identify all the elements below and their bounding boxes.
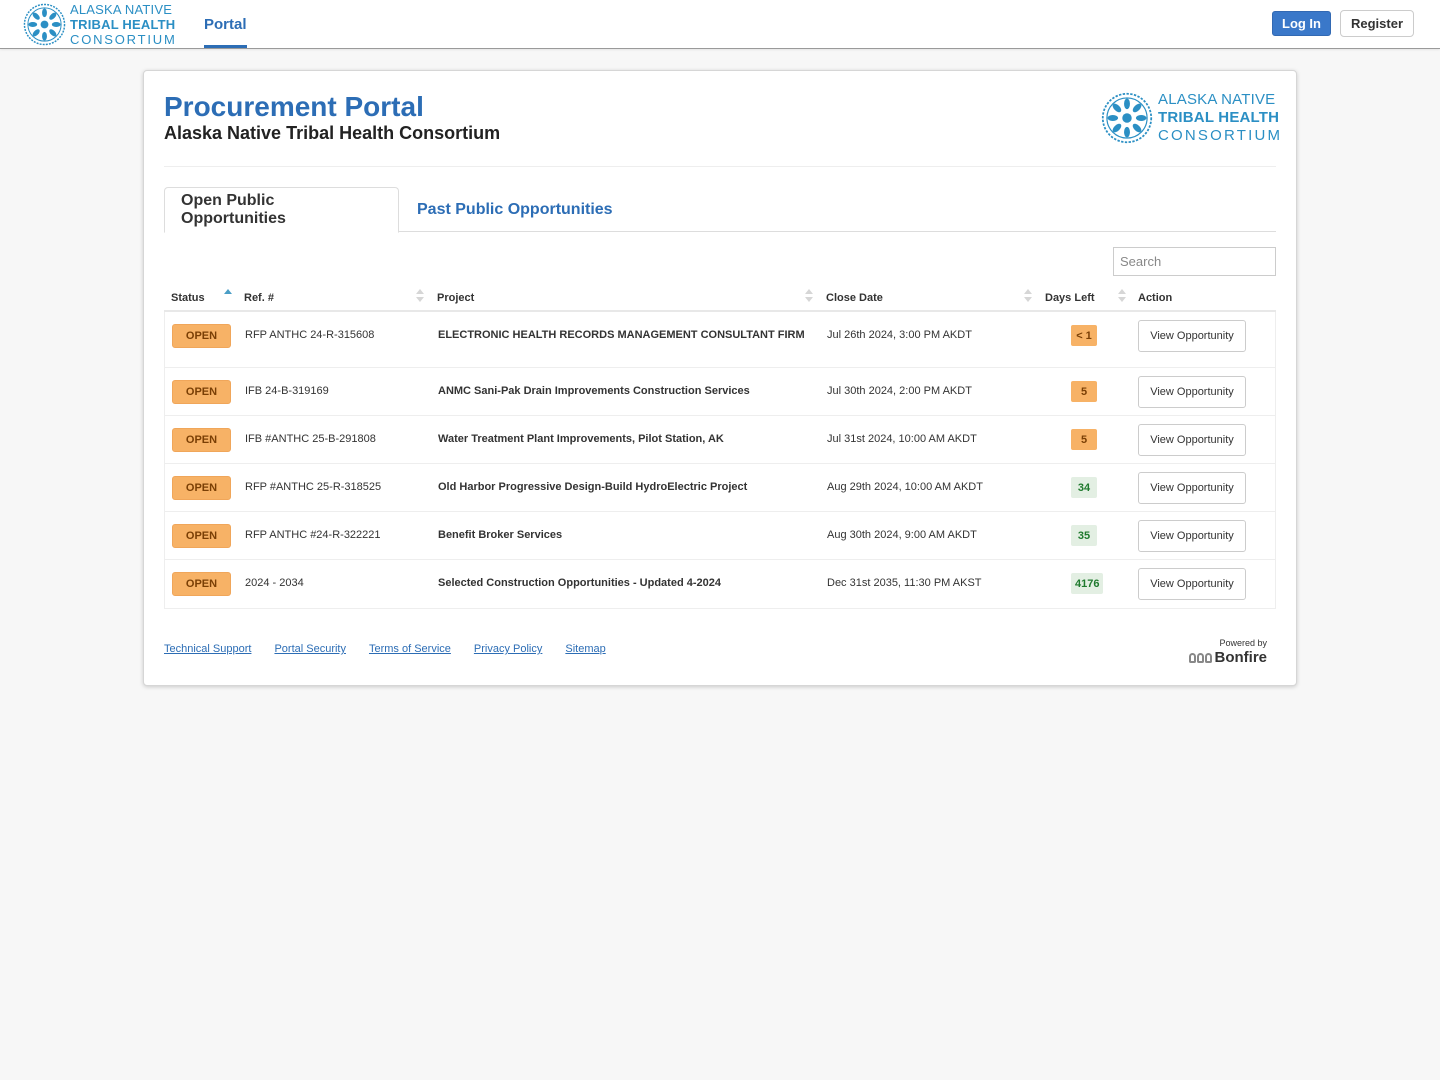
project-name: Selected Construction Opportunities - Up… bbox=[438, 577, 721, 589]
logo-line-1: ALASKA NATIVE bbox=[1158, 91, 1276, 108]
column-header-close-date[interactable]: Close Date bbox=[826, 283, 883, 312]
column-header-days-left[interactable]: Days Left bbox=[1045, 283, 1095, 312]
nav-portal-link[interactable]: Portal bbox=[204, 0, 247, 48]
close-date: Aug 30th 2024, 9:00 AM AKDT bbox=[827, 529, 977, 541]
logo-line-2: TRIBAL HEALTH bbox=[1158, 109, 1280, 126]
project-name: Water Treatment Plant Improvements, Pilo… bbox=[438, 433, 724, 445]
close-date: Jul 26th 2024, 3:00 PM AKDT bbox=[827, 329, 972, 341]
powered-by-label: Powered by bbox=[1219, 638, 1267, 648]
terms-of-service-link[interactable]: Terms of Service bbox=[369, 643, 451, 655]
opportunities-table: Status Ref. # Project Close Date Days Le… bbox=[164, 283, 1276, 609]
card-anthc-logo: ALASKA NATIVE TRIBAL HEALTH CONSORTIUM bbox=[1101, 91, 1282, 145]
ref-number: RFP #ANTHC 25-R-318525 bbox=[245, 481, 382, 493]
table-row: OPEN RFP ANTHC #24-R-322221 Benefit Brok… bbox=[165, 512, 1275, 560]
sort-icon[interactable] bbox=[1118, 288, 1126, 304]
table-row: OPEN RFP #ANTHC 25-R-318525 Old Harbor P… bbox=[165, 464, 1275, 512]
project-name: Old Harbor Progressive Design-Build Hydr… bbox=[438, 481, 748, 493]
technical-support-link[interactable]: Technical Support bbox=[164, 643, 251, 655]
close-date: Dec 31st 2035, 11:30 PM AKST bbox=[827, 577, 982, 589]
bonfire-wordmark: Bonfire bbox=[1214, 649, 1268, 666]
view-opportunity-button[interactable]: View Opportunity bbox=[1138, 568, 1246, 600]
table-body: OPEN RFP ANTHC 24-R-315608 ELECTRONIC HE… bbox=[164, 312, 1276, 609]
view-opportunity-button[interactable]: View Opportunity bbox=[1138, 424, 1246, 456]
anthc-logo[interactable]: ALASKA NATIVE TRIBAL HEALTH CONSORTIUM bbox=[23, 2, 177, 47]
status-badge: OPEN bbox=[172, 572, 231, 596]
view-opportunity-button[interactable]: View Opportunity bbox=[1138, 376, 1246, 408]
table-row: OPEN RFP ANTHC 24-R-315608 ELECTRONIC HE… bbox=[165, 312, 1275, 368]
close-date: Jul 30th 2024, 2:00 PM AKDT bbox=[827, 385, 972, 397]
status-badge: OPEN bbox=[172, 524, 231, 548]
logo-wordmark: ALASKA NATIVE TRIBAL HEALTH CONSORTIUM bbox=[1158, 91, 1282, 145]
days-left-badge: 34 bbox=[1071, 477, 1097, 498]
sort-icon[interactable] bbox=[1024, 288, 1032, 304]
close-date: Jul 31st 2024, 10:00 AM AKDT bbox=[827, 433, 977, 445]
project-name: ANMC Sani-Pak Drain Improvements Constru… bbox=[438, 385, 750, 397]
bonfire-flame-icon bbox=[1188, 652, 1212, 663]
login-button[interactable]: Log In bbox=[1272, 11, 1331, 36]
footer-links: Technical Support Portal Security Terms … bbox=[164, 643, 629, 655]
logo-line-3: CONSORTIUM bbox=[70, 31, 177, 47]
table-row: OPEN IFB 24-B-319169 ANMC Sani-Pak Drain… bbox=[165, 368, 1275, 416]
sort-ascending-icon[interactable] bbox=[224, 288, 232, 304]
days-left-badge: 5 bbox=[1071, 429, 1097, 450]
search-input[interactable] bbox=[1113, 247, 1276, 276]
sort-icon[interactable] bbox=[805, 288, 813, 304]
column-header-ref[interactable]: Ref. # bbox=[244, 283, 274, 312]
logo-line-2: TRIBAL HEALTH bbox=[70, 16, 176, 32]
procurement-card: Procurement Portal Alaska Native Tribal … bbox=[143, 70, 1297, 686]
logo-line-3: CONSORTIUM bbox=[1158, 127, 1283, 144]
table-row: OPEN IFB #ANTHC 25-B-291808 Water Treatm… bbox=[165, 416, 1275, 464]
column-header-status[interactable]: Status bbox=[171, 283, 205, 312]
powered-by-bonfire[interactable]: Powered by Bonfire bbox=[1186, 638, 1267, 666]
table-row: OPEN 2024 - 2034 Selected Construction O… bbox=[165, 560, 1275, 608]
view-opportunity-button[interactable]: View Opportunity bbox=[1138, 320, 1246, 352]
logo-line-1: ALASKA NATIVE bbox=[70, 1, 173, 17]
status-badge: OPEN bbox=[172, 428, 231, 452]
project-name: Benefit Broker Services bbox=[438, 529, 563, 541]
ref-number: RFP ANTHC #24-R-322221 bbox=[245, 529, 381, 541]
portal-security-link[interactable]: Portal Security bbox=[274, 643, 346, 655]
anthc-emblem-icon bbox=[23, 3, 66, 45]
register-button[interactable]: Register bbox=[1340, 10, 1414, 37]
privacy-policy-link[interactable]: Privacy Policy bbox=[474, 643, 542, 655]
sitemap-link[interactable]: Sitemap bbox=[565, 643, 605, 655]
logo-wordmark: ALASKA NATIVE TRIBAL HEALTH CONSORTIUM bbox=[70, 2, 177, 47]
status-badge: OPEN bbox=[172, 380, 231, 404]
sort-icon[interactable] bbox=[416, 288, 424, 304]
page-title: Procurement Portal bbox=[164, 91, 424, 122]
view-opportunity-button[interactable]: View Opportunity bbox=[1138, 472, 1246, 504]
bonfire-logo: Bonfire bbox=[1186, 649, 1267, 666]
close-date: Aug 29th 2024, 10:00 AM AKDT bbox=[827, 481, 983, 493]
top-navbar: ALASKA NATIVE TRIBAL HEALTH CONSORTIUM P… bbox=[0, 0, 1440, 49]
column-header-action: Action bbox=[1138, 291, 1173, 304]
anthc-emblem-icon bbox=[1101, 92, 1153, 144]
days-left-badge: 5 bbox=[1071, 381, 1097, 402]
status-badge: OPEN bbox=[172, 324, 231, 348]
days-left-badge: 4176 bbox=[1071, 573, 1104, 594]
days-left-badge: 35 bbox=[1071, 525, 1097, 546]
days-left-badge: < 1 bbox=[1071, 325, 1097, 346]
header-divider bbox=[164, 166, 1276, 167]
ref-number: 2024 - 2034 bbox=[245, 577, 304, 589]
ref-number: IFB 24-B-319169 bbox=[245, 385, 329, 397]
ref-number: RFP ANTHC 24-R-315608 bbox=[245, 329, 375, 341]
tab-past-opportunities[interactable]: Past Public Opportunities bbox=[401, 187, 629, 232]
project-name: ELECTRONIC HEALTH RECORDS MANAGEMENT CON… bbox=[438, 329, 805, 341]
view-opportunity-button[interactable]: View Opportunity bbox=[1138, 520, 1246, 552]
status-badge: OPEN bbox=[172, 476, 231, 500]
opportunity-tabs: Open Public Opportunities Past Public Op… bbox=[164, 187, 1276, 233]
tab-open-opportunities[interactable]: Open Public Opportunities bbox=[164, 187, 399, 233]
page-subtitle: Alaska Native Tribal Health Consortium bbox=[164, 123, 501, 143]
column-header-project[interactable]: Project bbox=[437, 283, 474, 312]
ref-number: IFB #ANTHC 25-B-291808 bbox=[245, 433, 376, 445]
table-header: Status Ref. # Project Close Date Days Le… bbox=[164, 283, 1276, 312]
